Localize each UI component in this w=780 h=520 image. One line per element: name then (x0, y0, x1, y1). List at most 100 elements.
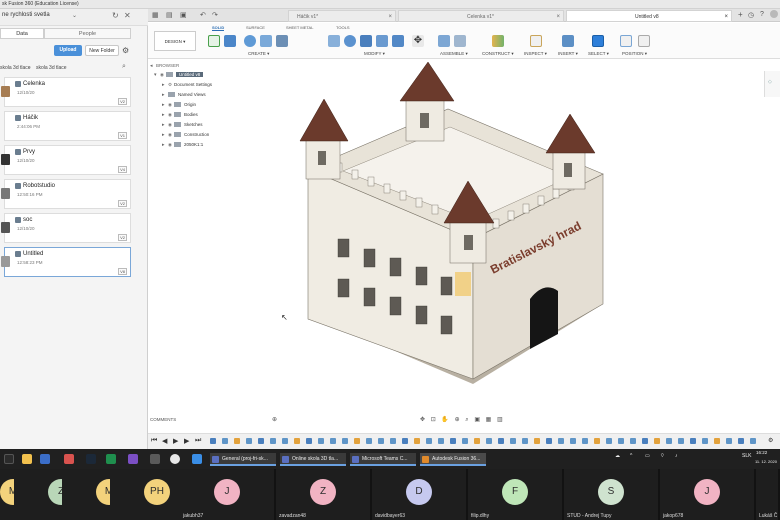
workspace-dropdown[interactable]: DESIGN ▾ (154, 31, 196, 51)
file-card[interactable]: soc 12/10/20 V2 (1, 213, 131, 243)
new-component-icon[interactable] (438, 35, 450, 47)
capture-position-icon[interactable] (620, 35, 632, 47)
browser-root[interactable]: ▾ ◉ Untitled v8 (154, 71, 204, 79)
look-at-icon[interactable]: ⊡ (431, 417, 438, 423)
timeline-feature-icon[interactable] (378, 438, 384, 444)
create-sketch-icon[interactable] (208, 35, 220, 47)
version-badge[interactable]: V1 (118, 132, 127, 139)
timeline-feature-icon[interactable] (270, 438, 276, 444)
timeline-feature-icon[interactable] (414, 438, 420, 444)
volume-icon[interactable]: ♪ (675, 453, 678, 459)
revolve-icon[interactable] (244, 35, 256, 47)
timeline-feature-icon[interactable] (306, 438, 312, 444)
tab-tools[interactable]: TOOLS (336, 25, 350, 30)
version-badge[interactable]: V2 (118, 200, 127, 207)
group-select[interactable]: SELECT ▾ (588, 51, 609, 57)
timeline-feature-icon[interactable] (318, 438, 324, 444)
clock-icon[interactable]: ◷ (748, 11, 754, 19)
move-icon[interactable]: ✥ (412, 35, 424, 47)
timeline-feature-icon[interactable] (462, 438, 468, 444)
tab-surface[interactable]: SURFACE (246, 25, 265, 30)
timeline-feature-icon[interactable] (330, 438, 336, 444)
gear-icon[interactable]: ⚙ (122, 46, 129, 55)
app-icon[interactable] (192, 454, 202, 464)
timeline-feature-icon[interactable] (258, 438, 264, 444)
tab-people[interactable]: People (44, 28, 131, 39)
timeline-feature-icon[interactable] (534, 438, 540, 444)
fit-icon[interactable]: ⌕ (465, 417, 470, 423)
undo-icon[interactable]: ↶ (200, 11, 206, 19)
project-dropdown[interactable]: ne rychlosti svetla (2, 12, 50, 18)
file-card[interactable]: Untitled 12:58:23 PM V8 (1, 247, 131, 277)
battery-icon[interactable]: ▭ (645, 453, 650, 459)
timeline-feature-icon[interactable] (630, 438, 636, 444)
taskbar-app-teams-chat[interactable]: Microsoft Teams C... (350, 453, 416, 466)
breadcrumb-item[interactable]: skola 3d tlace (0, 65, 31, 71)
search-icon[interactable]: ⌕ (122, 63, 126, 71)
browser-header[interactable]: ◂ BROWSER (150, 62, 179, 70)
file-explorer-icon[interactable] (22, 454, 32, 464)
breadcrumb-item[interactable]: skola 3d tlace (36, 65, 67, 71)
timeline-feature-icon[interactable] (618, 438, 624, 444)
browser-item[interactable]: ▸ ◉ Bodies (162, 111, 198, 119)
timeline-feature-icon[interactable] (690, 438, 696, 444)
timeline-feature-icon[interactable] (642, 438, 648, 444)
redo-icon[interactable]: ↷ (212, 11, 218, 19)
file-card[interactable]: Celenka 12/10/20 V2 (1, 77, 131, 107)
search-icon[interactable] (4, 454, 14, 464)
refresh-icon[interactable]: ↻ (112, 11, 119, 20)
timeline-forward-icon[interactable]: ▶ (184, 437, 189, 445)
timeline-feature-icon[interactable] (654, 438, 660, 444)
participant-tile[interactable]: Ffilip.dlhy (468, 469, 564, 520)
add-comment-icon[interactable]: ⊕ (272, 416, 277, 423)
close-icon[interactable]: × (556, 11, 560, 23)
timeline-feature-icon[interactable] (666, 438, 672, 444)
zoom-icon[interactable]: ⊕ (455, 417, 462, 423)
file-card[interactable]: Háčik 2:44:06 PM V1 (4, 111, 131, 141)
insert-image-icon[interactable] (562, 35, 574, 47)
timeline-feature-icon[interactable] (750, 438, 756, 444)
participant-tile[interactable]: Jjakubh37 (180, 469, 276, 520)
timeline-feature-icon[interactable] (594, 438, 600, 444)
acrobat-icon[interactable] (64, 454, 74, 464)
timeline-feature-icon[interactable] (522, 438, 528, 444)
castle-model[interactable]: Bratislavský hrad (298, 59, 628, 389)
app-icon[interactable] (150, 454, 160, 464)
timeline-feature-icon[interactable] (438, 438, 444, 444)
timeline-feature-icon[interactable] (342, 438, 348, 444)
browser-item[interactable]: ▸ ◉ Construction (162, 131, 209, 139)
avatar[interactable] (770, 10, 778, 18)
document-tab-active[interactable]: Untitled v8 × (566, 10, 732, 22)
language-indicator[interactable]: SLK (742, 453, 751, 459)
timeline-feature-icon[interactable] (714, 438, 720, 444)
document-tab[interactable]: Celenka v1* × (398, 10, 564, 22)
measure-icon[interactable] (530, 35, 542, 47)
file-card[interactable]: Prvy 12/10/20 V4 (1, 145, 131, 175)
chevron-down-icon[interactable]: ⌄ (72, 12, 77, 19)
timeline-start-icon[interactable]: ⏮ (151, 437, 157, 445)
tab-solid[interactable]: SOLID (212, 25, 225, 31)
group-insert[interactable]: INSERT ▾ (558, 51, 578, 57)
word-icon[interactable] (40, 454, 50, 464)
view-cube-face[interactable]: ◇ (768, 79, 772, 85)
taskbar-app-fusion[interactable]: Autodesk Fusion 36... (420, 453, 486, 466)
group-create[interactable]: CREATE ▾ (248, 51, 269, 57)
timeline-feature-icon[interactable] (246, 438, 252, 444)
pan-icon[interactable]: ✋ (441, 417, 450, 423)
close-icon[interactable]: × (388, 11, 392, 23)
orbit-icon[interactable]: ✥ (420, 417, 427, 423)
fillet-icon[interactable] (344, 35, 356, 47)
grid-settings-icon[interactable]: ▦ (486, 417, 494, 423)
timeline-feature-icon[interactable] (738, 438, 744, 444)
version-badge[interactable]: V2 (118, 98, 127, 105)
view-cube[interactable]: ◇ (764, 71, 780, 97)
timeline-play-icon[interactable]: ▶ (173, 437, 178, 445)
timeline-back-icon[interactable]: ◀ (162, 437, 167, 445)
close-icon[interactable]: ✕ (124, 11, 131, 20)
browser-item[interactable]: ▸ ◉ 2050K1:1 (162, 141, 203, 149)
timeline-feature-icon[interactable] (474, 438, 480, 444)
timeline-end-icon[interactable]: ⏭ (195, 437, 201, 445)
group-construct[interactable]: CONSTRUCT ▾ (482, 51, 514, 57)
timeline-feature-icon[interactable] (510, 438, 516, 444)
browser-item[interactable]: ▸ ◉ Sketches (162, 121, 203, 129)
